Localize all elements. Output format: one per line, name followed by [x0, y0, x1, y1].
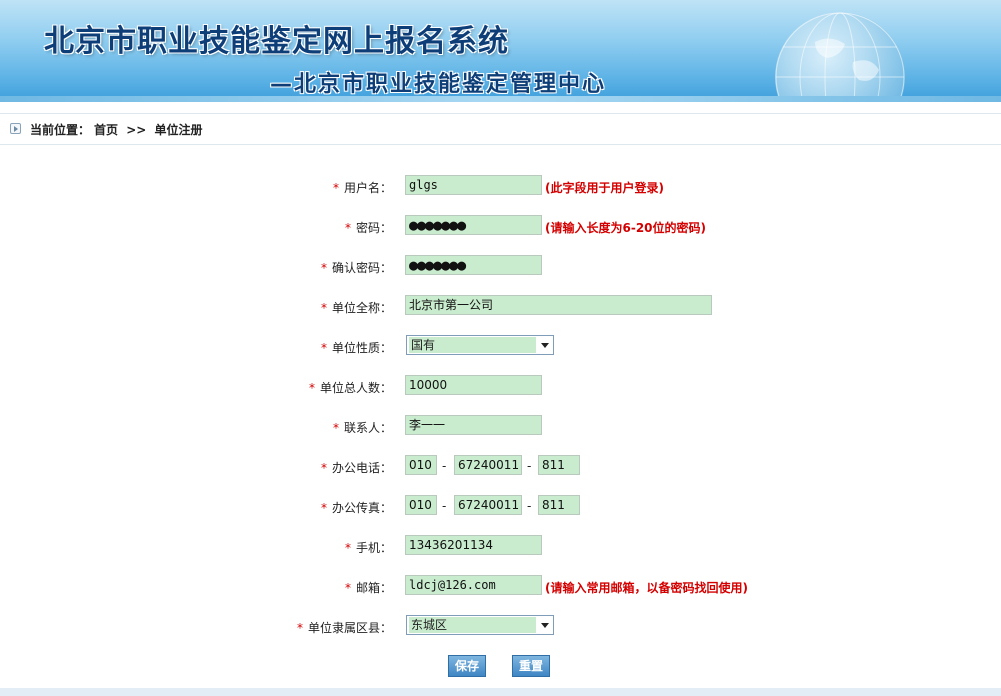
company-type-label: * 单位性质： [320, 341, 392, 355]
username-hint: (此字段用于用户登录) [545, 181, 664, 195]
mobile-row: * 手机： 13436201134 [0, 535, 1001, 557]
company-type-row: * 单位性质： 国有 [0, 335, 1001, 357]
office-phone-area-input[interactable]: 010 [405, 455, 437, 475]
confirm-password-label: * 确认密码： [320, 261, 392, 275]
breadcrumb-arrow-icon [10, 123, 21, 134]
chevron-down-icon[interactable] [541, 343, 549, 348]
office-fax-row: * 办公传真： 010 - 67240011 - 811 [0, 495, 1001, 517]
office-fax-label: * 办公传真： [320, 501, 392, 515]
district-select[interactable]: 东城区 [406, 615, 554, 635]
page-subtitle: —北京市职业技能鉴定管理中心 [270, 72, 607, 97]
required-mark: * [320, 261, 327, 275]
required-mark: * [320, 461, 327, 475]
company-type-value: 国有 [409, 337, 536, 353]
required-mark: * [320, 501, 327, 515]
username-label: * 用户名： [332, 181, 392, 195]
breadcrumb-separator: >> [126, 123, 147, 137]
district-value: 东城区 [409, 617, 536, 633]
required-mark: * [296, 621, 303, 635]
mobile-input[interactable]: 13436201134 [405, 535, 542, 555]
office-fax-ext-input[interactable]: 811 [538, 495, 580, 515]
email-label: * 邮箱： [344, 581, 392, 595]
office-phone-ext-input[interactable]: 811 [538, 455, 580, 475]
reset-button[interactable]: 重置 [512, 655, 550, 677]
company-type-select[interactable]: 国有 [406, 335, 554, 355]
footer-bar [0, 688, 1001, 696]
username-row: * 用户名： glgs (此字段用于用户登录) [0, 175, 1001, 197]
office-phone-label: * 办公电话： [320, 461, 392, 475]
office-fax-number-input[interactable]: 67240011 [454, 495, 522, 515]
confirm-password-input[interactable]: ●●●●●●● [405, 255, 542, 275]
employee-count-label: * 单位总人数： [308, 381, 392, 395]
password-hint: (请输入长度为6-20位的密码) [545, 221, 706, 235]
confirm-password-row: * 确认密码： ●●●●●●● [0, 255, 1001, 277]
email-hint: (请输入常用邮箱，以备密码找回使用) [545, 581, 748, 595]
required-mark: * [308, 381, 315, 395]
dash-separator: - [527, 459, 532, 473]
dash-separator: - [442, 459, 447, 473]
password-label: * 密码： [344, 221, 392, 235]
company-name-label: * 单位全称： [320, 301, 392, 315]
dash-separator: - [527, 499, 532, 513]
contact-label: * 联系人： [332, 421, 392, 435]
email-row: * 邮箱： ldcj@126.com (请输入常用邮箱，以备密码找回使用) [0, 575, 1001, 597]
employee-count-row: * 单位总人数： 10000 [0, 375, 1001, 397]
required-mark: * [332, 421, 339, 435]
breadcrumb-current: 单位注册 [154, 123, 203, 137]
password-input[interactable]: ●●●●●●● [405, 215, 542, 235]
header-banner: 北京市职业技能鉴定网上报名系统 —北京市职业技能鉴定管理中心 [0, 0, 1001, 102]
breadcrumb: 当前位置： 首页 >> 单位注册 [0, 113, 1001, 145]
chevron-down-icon[interactable] [541, 623, 549, 628]
contact-input[interactable]: 李一一 [405, 415, 542, 435]
dash-separator: - [442, 499, 447, 513]
required-mark: * [344, 581, 351, 595]
globe-grid-graphic [775, 12, 905, 102]
username-input[interactable]: glgs [405, 175, 542, 195]
breadcrumb-text: 当前位置： 首页 >> 单位注册 [30, 121, 207, 138]
header-stripe [0, 96, 1001, 102]
company-name-row: * 单位全称： 北京市第一公司 [0, 295, 1001, 317]
office-phone-row: * 办公电话： 010 - 67240011 - 811 [0, 455, 1001, 477]
breadcrumb-home-link[interactable]: 首页 [94, 123, 118, 137]
contact-row: * 联系人： 李一一 [0, 415, 1001, 437]
required-mark: * [332, 181, 339, 195]
password-row: * 密码： ●●●●●●● (请输入长度为6-20位的密码) [0, 215, 1001, 237]
district-label: * 单位隶属区县： [296, 621, 392, 635]
district-row: * 单位隶属区县： 东城区 [0, 615, 1001, 637]
required-mark: * [320, 301, 327, 315]
office-phone-number-input[interactable]: 67240011 [454, 455, 522, 475]
office-fax-area-input[interactable]: 010 [405, 495, 437, 515]
save-button[interactable]: 保存 [448, 655, 486, 677]
breadcrumb-prefix: 当前位置： [30, 123, 91, 137]
required-mark: * [344, 221, 351, 235]
mobile-label: * 手机： [344, 541, 392, 555]
required-mark: * [344, 541, 351, 555]
employee-count-input[interactable]: 10000 [405, 375, 542, 395]
company-name-input[interactable]: 北京市第一公司 [405, 295, 712, 315]
required-mark: * [320, 341, 327, 355]
page-title: 北京市职业技能鉴定网上报名系统 [44, 24, 509, 59]
email-input[interactable]: ldcj@126.com [405, 575, 542, 595]
